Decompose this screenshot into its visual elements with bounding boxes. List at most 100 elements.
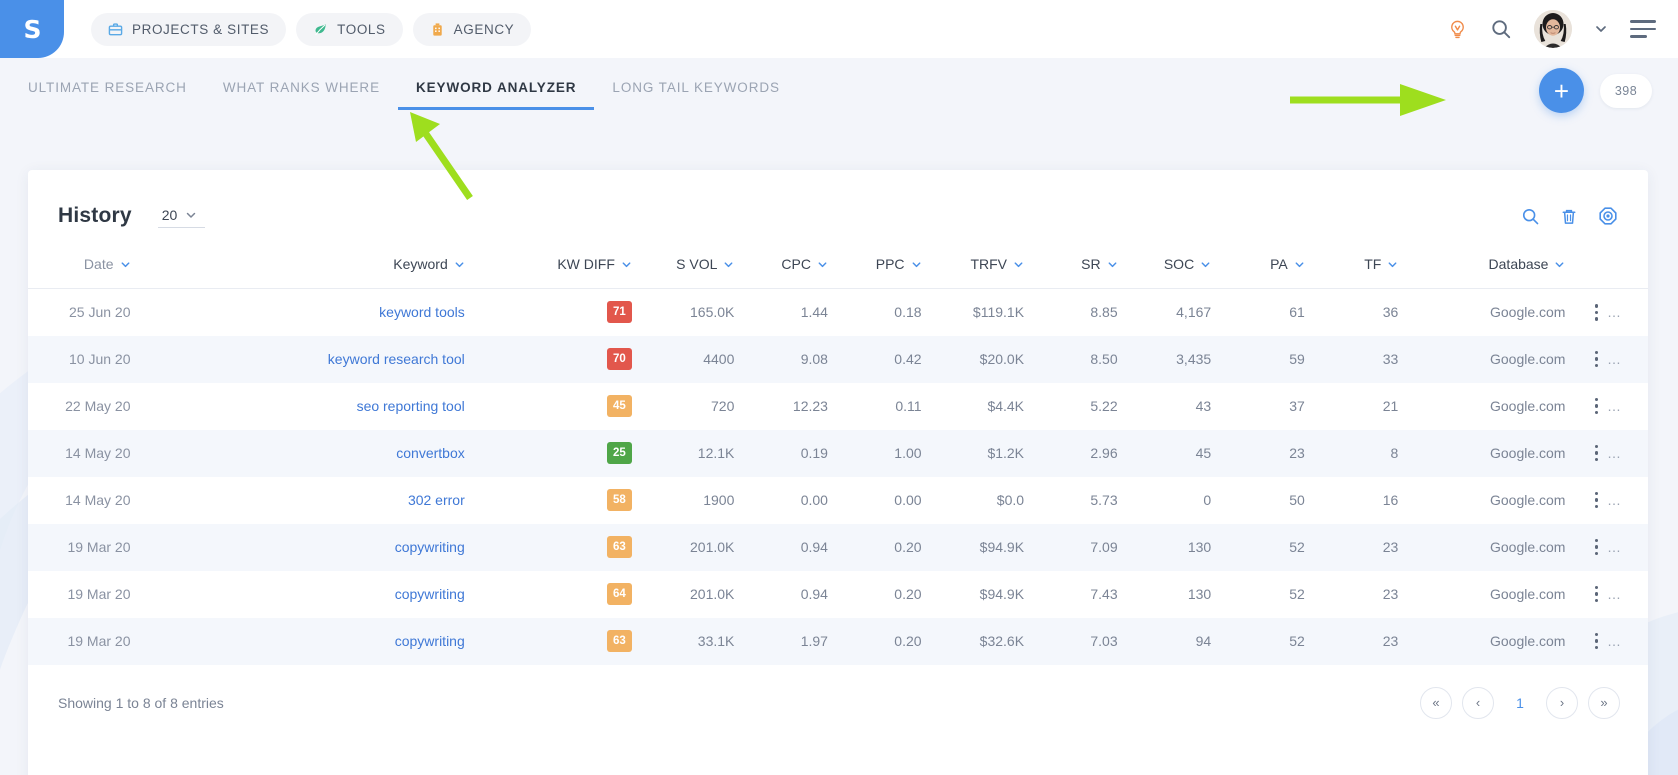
col-sr[interactable]: SR [1024,250,1118,289]
history-toolbar [1521,206,1618,226]
nav-tools[interactable]: TOOLS [296,12,403,46]
row-menu-icon[interactable] [1594,350,1598,368]
row-more-icon[interactable]: … [1607,634,1622,648]
col-database[interactable]: Database [1398,250,1566,289]
cell-date: 19 Mar 20 [28,523,131,571]
cell-pa: 61 [1289,304,1305,321]
cell-soc: 130 [1117,523,1212,571]
table-row[interactable]: 22 May 20 seo reporting tool 45 720 12.23 0.1… [28,383,1648,430]
cell-pa: 52 [1211,617,1305,665]
col-cpc[interactable]: CPC [734,250,828,289]
tab-what-ranks-where[interactable]: WHAT RANKS WHERE [205,80,398,110]
col-database-label: Database [1488,256,1549,272]
col-pa[interactable]: PA [1211,250,1305,289]
row-more-icon[interactable]: … [1607,399,1622,413]
cell-ppc: 0.00 [894,492,922,508]
lightbulb-icon[interactable] [1447,19,1468,40]
row-more-icon[interactable]: … [1607,587,1622,601]
keyword-link[interactable]: convertbox [396,445,464,461]
cell-s-vol: 165.0K [690,304,735,321]
chevron-down-icon [1295,261,1304,267]
col-soc[interactable]: SOC [1117,250,1212,289]
col-tf[interactable]: TF [1304,250,1399,289]
tab-ultimate-research[interactable]: ULTIMATE RESEARCH [28,80,205,110]
hamburger-menu-icon[interactable] [1630,20,1656,38]
col-keyword[interactable]: Keyword [130,250,465,289]
row-more-icon[interactable]: … [1607,540,1622,554]
chevron-down-icon[interactable] [1594,22,1608,36]
cell-pa: 23 [1211,429,1305,477]
table-row[interactable]: 14 May 20 302 error 58 1900 0.00 0.00 $0.0 5.73… [28,477,1648,524]
page-1[interactable]: 1 [1504,687,1536,719]
keyword-link[interactable]: seo reporting tool [357,398,465,414]
table-row[interactable]: 19 Mar 20 copywriting 63 201.0K 0.94 0.20 $94.… [28,523,1648,571]
page-size-select[interactable]: 20 [157,205,206,228]
cell-database: Google.com [1489,586,1566,602]
tab-long-tail-keywords[interactable]: LONG TAIL KEYWORDS [594,80,797,110]
cell-pa: 52 [1289,586,1305,602]
cell-sr: 5.73 [1090,492,1118,508]
cell-trfv: $32.6K [921,617,1025,665]
chevron-down-icon [121,261,129,267]
col-kw-diff[interactable]: KW DIFF [464,250,632,289]
cell-date: 22 May 20 [65,398,131,414]
trash-icon[interactable] [1560,207,1578,226]
row-more-icon[interactable]: … [1607,493,1622,507]
keyword-link[interactable]: 302 error [408,492,465,508]
row-menu-icon[interactable] [1594,397,1598,415]
nav-projects-and-sites[interactable]: PROJECTS & SITES [91,12,287,46]
row-more-icon[interactable]: … [1607,352,1622,366]
cell-cpc: 0.19 [734,429,828,477]
keyword-link[interactable]: copywriting [395,633,465,649]
keyword-link[interactable]: keyword tools [379,304,465,320]
settings-gear-icon[interactable] [1598,206,1618,226]
first-page[interactable]: « [1420,686,1452,719]
app-logo[interactable]: S [0,0,64,58]
kw-diff-badge: 70 [606,348,632,370]
kw-diff-badge: 64 [606,583,632,605]
table-row[interactable]: 14 May 20 convertbox 25 12.1K 0.19 1.00 $1.2K 2… [28,429,1648,477]
search-icon[interactable] [1521,207,1540,226]
cell-trfv: $119.1K [972,304,1025,321]
row-menu-icon[interactable] [1594,632,1598,650]
row-menu-icon[interactable] [1594,444,1598,462]
cell-tf: 33 [1304,335,1399,383]
nav-agency[interactable]: AGENCY [412,12,532,46]
col-ppc[interactable]: PPC [827,250,922,289]
cell-cpc: 0.00 [800,492,828,508]
keyword-link[interactable]: copywriting [395,586,465,602]
last-page[interactable]: » [1588,686,1620,719]
row-menu-icon[interactable] [1594,491,1598,509]
tab-keyword-analyzer[interactable]: KEYWORD ANALYZER [398,80,595,110]
cell-soc: 3,435 [1117,335,1212,383]
row-more-icon[interactable]: … [1607,305,1622,319]
page-size-value: 20 [161,206,178,223]
row-menu-icon[interactable] [1594,538,1598,556]
cell-trfv: $0.0 [996,492,1025,508]
col-date[interactable]: Date [28,250,131,289]
next-page[interactable]: › [1546,686,1578,719]
table-row[interactable]: 25 Jun 20 keyword tools 71 165.0K 1.44 0.18 $1… [28,289,1648,336]
user-avatar[interactable] [1534,10,1572,48]
col-s-vol[interactable]: S VOL [631,250,735,289]
keyword-link[interactable]: copywriting [395,539,465,555]
prev-page[interactable]: ‹ [1462,686,1494,719]
cell-date: 14 May 20 [65,492,131,508]
tab-long-tail-keywords-label: LONG TAIL KEYWORDS [612,80,780,95]
cell-sr: 2.96 [1024,429,1118,477]
row-menu-icon[interactable] [1594,304,1598,321]
cell-trfv: $1.2K [921,429,1025,477]
add-keyword-button[interactable]: + [1539,68,1584,113]
cell-kw-diff: 45 [465,383,632,430]
cell-keyword: copywriting [131,571,465,618]
cell-actions: … [1565,335,1648,383]
col-trfv[interactable]: TRFV [921,250,1025,289]
table-row[interactable]: 19 Mar 20 copywriting 64 201.0K 0.94 0.20 $94.… [28,571,1648,618]
row-more-icon[interactable]: … [1607,446,1622,460]
cell-database: Google.com [1398,429,1566,477]
table-row[interactable]: 19 Mar 20 copywriting 63 33.1K 1.97 0.20 $32.6… [28,617,1648,665]
row-menu-icon[interactable] [1594,585,1598,603]
search-icon[interactable] [1490,18,1512,40]
keyword-link[interactable]: keyword research tool [328,351,465,367]
table-row[interactable]: 10 Jun 20 keyword research tool 70 4400 9.08… [28,335,1648,383]
